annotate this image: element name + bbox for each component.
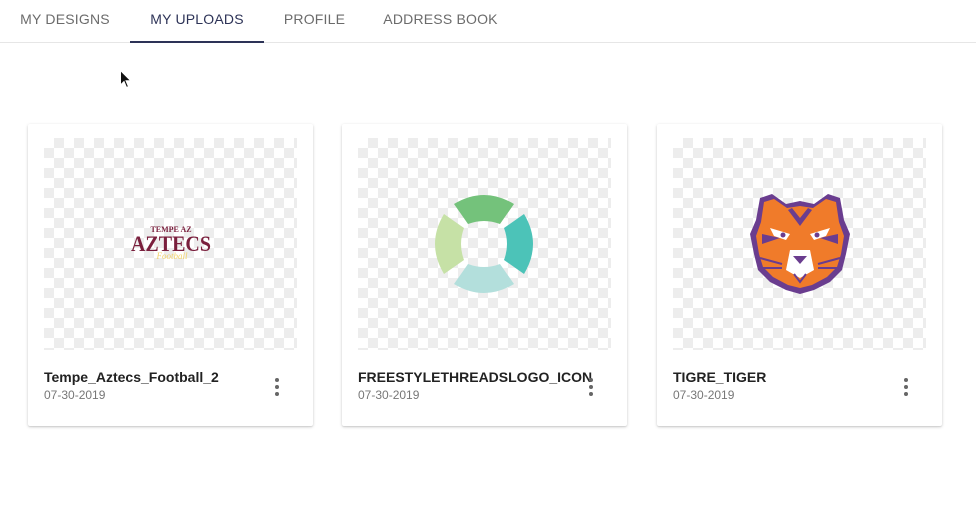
upload-card[interactable]: TIGRE_TIGER 07-30-2019 [657,124,942,426]
tab-label: MY DESIGNS [20,11,110,27]
upload-card[interactable]: FREESTYLETHREADSLOGO_ICON 07-30-2019 [342,124,627,426]
tiger-logo-artwork [750,194,850,294]
upload-date: 07-30-2019 [44,388,106,402]
upload-name: TIGRE_TIGER [673,369,767,385]
upload-card[interactable]: TEMPE AZ AZTECS Football Tempe_Aztecs_Fo… [28,124,313,426]
tab-bar: MY DESIGNS MY UPLOADS PROFILE ADDRESS BO… [0,0,976,43]
aztecs-logo-artwork: TEMPE AZ AZTECS Football [131,225,211,261]
tab-my-uploads[interactable]: MY UPLOADS [130,0,264,43]
ring-logo-artwork [435,195,533,293]
tab-my-designs[interactable]: MY DESIGNS [0,0,130,42]
tab-label: PROFILE [283,11,346,27]
upload-thumbnail[interactable] [358,138,611,350]
upload-thumbnail[interactable] [673,138,926,350]
active-tab-indicator [130,41,264,43]
upload-date: 07-30-2019 [358,388,420,402]
upload-name: Tempe_Aztecs_Football_2 [44,369,219,385]
upload-name: FREESTYLETHREADSLOGO_ICON [358,369,593,385]
more-vert-icon[interactable] [579,376,603,400]
artwork-script-text: Football [156,251,188,261]
tab-label: MY UPLOADS [150,11,244,27]
tab-profile[interactable]: PROFILE [264,0,365,42]
more-vert-icon[interactable] [894,376,918,400]
mouse-pointer-icon [120,70,132,89]
more-vert-icon[interactable] [265,376,289,400]
upload-thumbnail[interactable]: TEMPE AZ AZTECS Football [44,138,297,350]
tab-label: ADDRESS BOOK [383,11,498,27]
upload-date: 07-30-2019 [673,388,735,402]
tab-address-book[interactable]: ADDRESS BOOK [365,0,516,42]
